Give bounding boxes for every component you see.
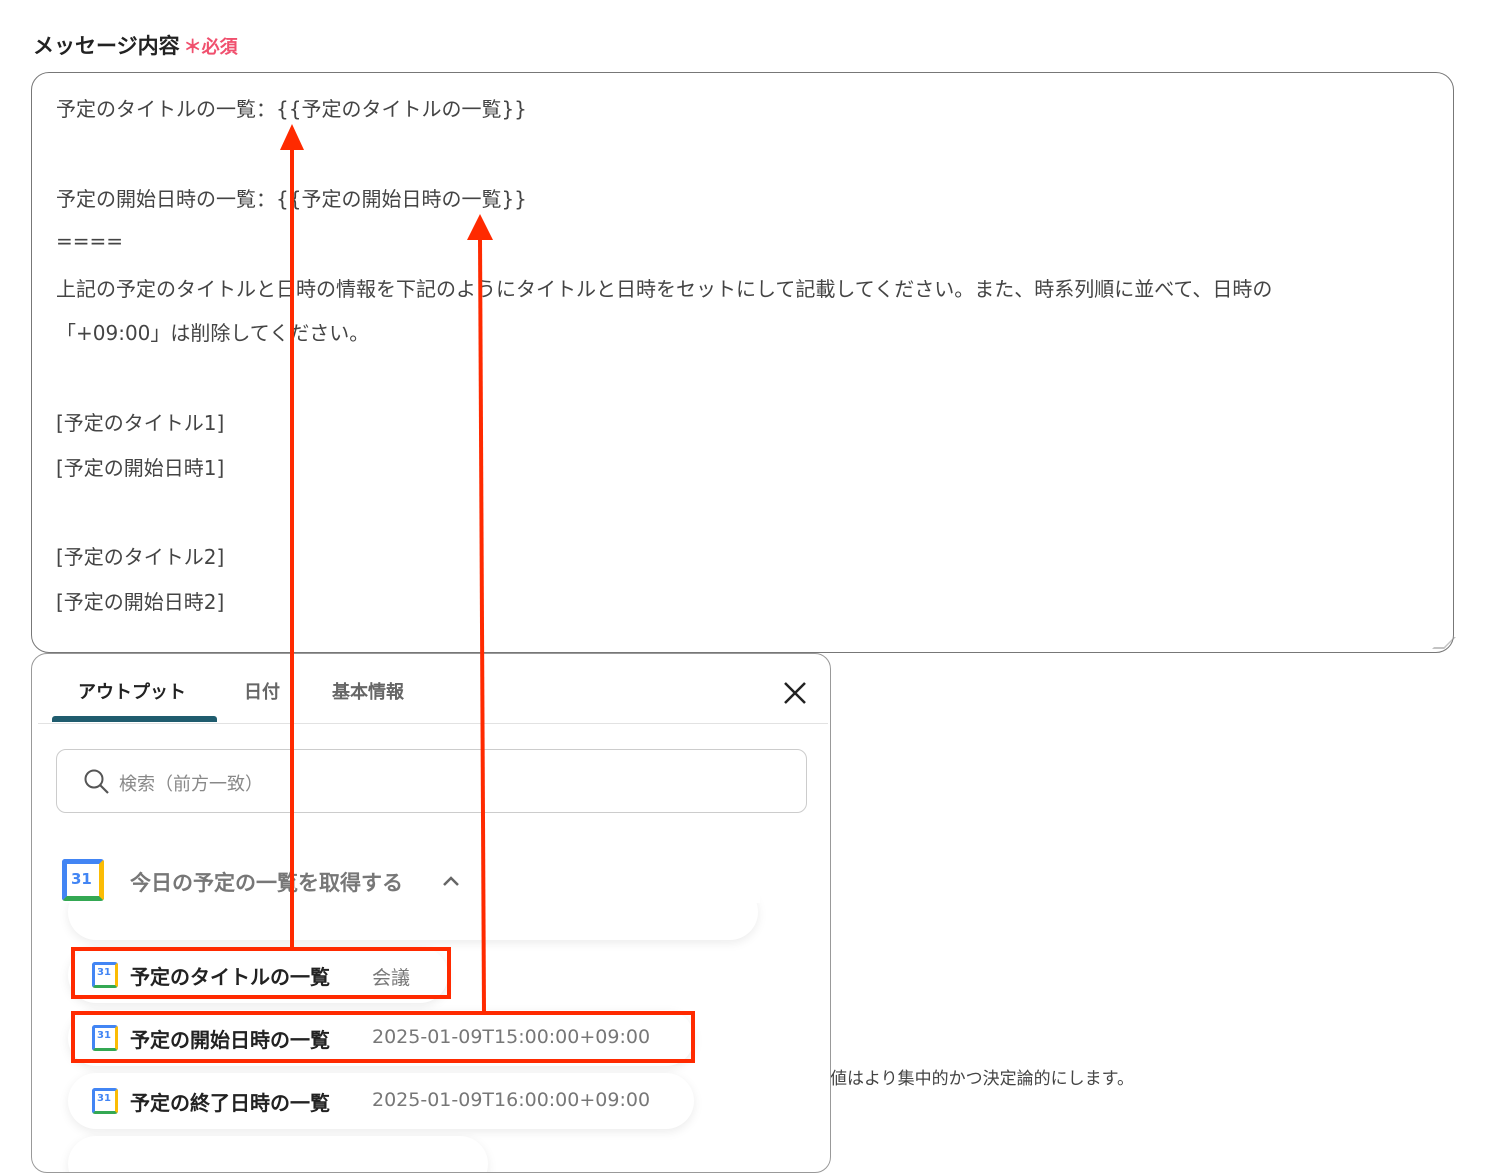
label-text: メッセージ内容: [33, 34, 180, 58]
tab-date[interactable]: 日付: [244, 678, 280, 704]
field-label: メッセージ内容 ＊必須: [33, 30, 238, 60]
required-badge: ＊必須: [183, 37, 238, 58]
chevron-up-icon[interactable]: [442, 875, 460, 887]
text-line: ====: [56, 229, 124, 253]
group-title: 今日の予定の一覧を取得する: [130, 871, 403, 895]
resize-handle[interactable]: [1432, 637, 1456, 649]
item-value: 2025-01-09T16:00:00+09:00: [372, 1089, 651, 1111]
highlight-box-start-time: [71, 1011, 695, 1063]
close-icon[interactable]: [780, 678, 810, 708]
text-line: [予定の開始日時1]: [56, 456, 225, 480]
search-placeholder: 検索（前方一致）: [119, 774, 263, 795]
item-name: 予定の終了日時の一覧: [130, 1091, 330, 1115]
text-line: 予定の開始日時の一覧：{{予定の開始日時の一覧}}: [56, 187, 527, 211]
active-tab-indicator: [52, 716, 217, 722]
hint-text: 値はより集中的かつ決定論的にします。: [830, 1069, 1134, 1089]
tab-basic-info[interactable]: 基本情報: [332, 678, 404, 704]
list-item[interactable]: 31 予定の終了日時の一覧 2025-01-09T16:00:00+09:00: [68, 1073, 694, 1129]
output-picker-panel: アウトプット 日付 基本情報 検索（前方一致） 31 今日の予定の一覧を取得する…: [31, 653, 831, 1173]
search-icon: [84, 769, 109, 794]
text-line: 予定のタイトルの一覧：{{予定のタイトルの一覧}}: [56, 97, 527, 121]
tab-output[interactable]: アウトプット: [78, 678, 186, 704]
google-calendar-icon: 31: [92, 1088, 118, 1114]
text-line: 上記の予定のタイトルと日時の情報を下記のようにタイトルと日時をセットにして記載し…: [56, 277, 1273, 301]
divider: [38, 723, 828, 724]
text-line: [予定のタイトル1]: [56, 411, 225, 435]
text-line: [予定のタイトル2]: [56, 545, 225, 569]
message-textarea[interactable]: 予定のタイトルの一覧：{{予定のタイトルの一覧}} 予定の開始日時の一覧：{{予…: [31, 72, 1456, 653]
highlight-box-title: [71, 947, 451, 999]
text-line: 「+09:00」は削除してください。: [56, 321, 370, 345]
google-calendar-icon: 31: [62, 859, 104, 901]
group-header[interactable]: 31 今日の予定の一覧を取得する: [60, 857, 760, 903]
text-line: [予定の開始日時2]: [56, 590, 225, 614]
search-input[interactable]: 検索（前方一致）: [56, 749, 807, 813]
